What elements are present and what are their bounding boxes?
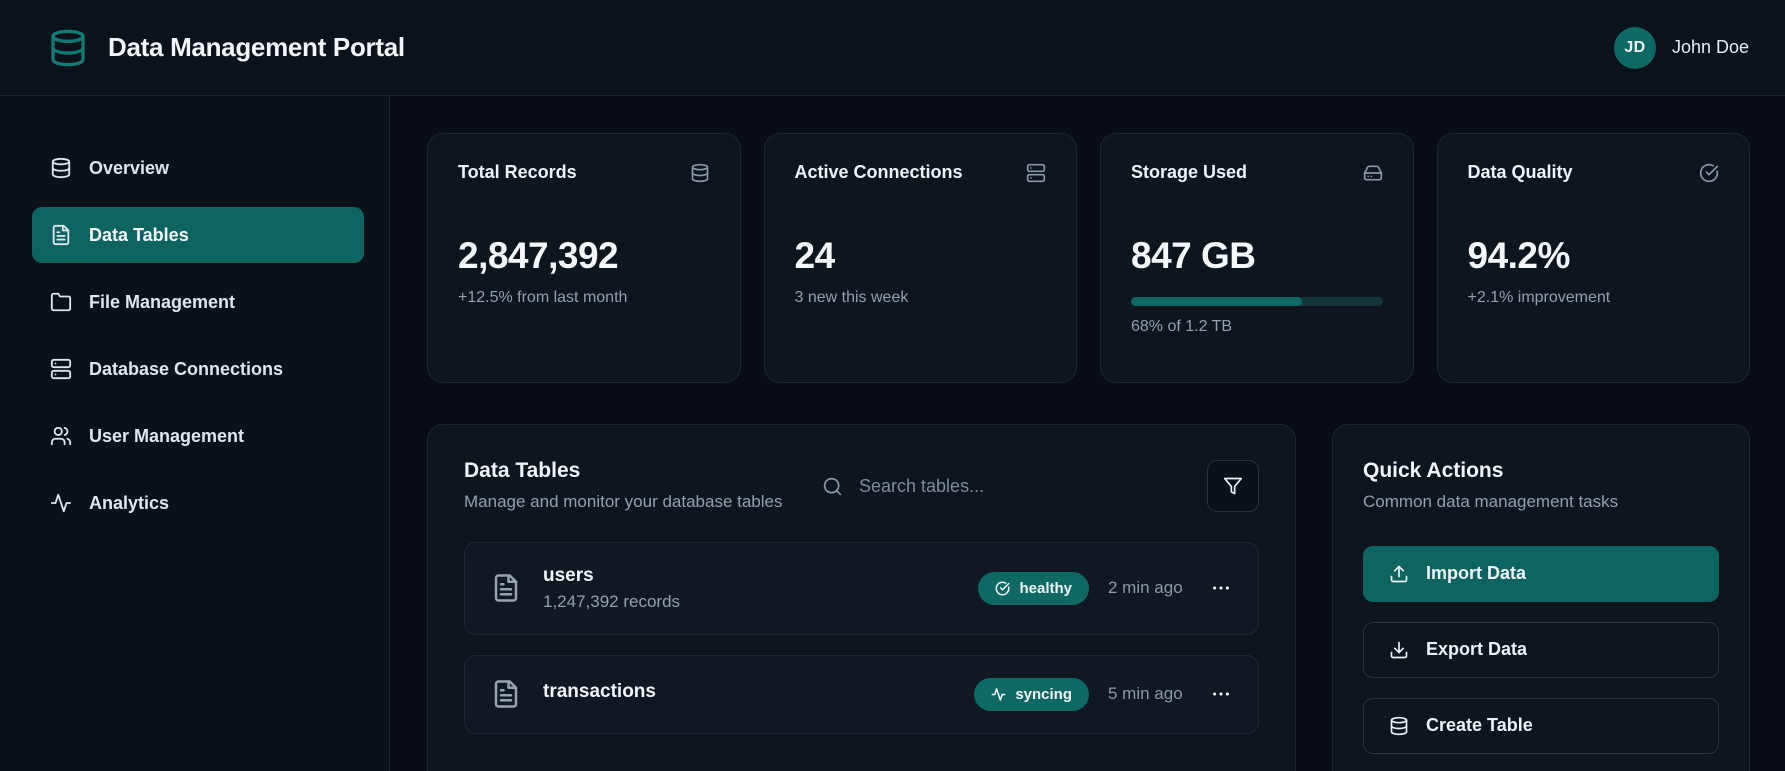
sidebar-item-label: File Management [89, 291, 236, 312]
search-input[interactable] [859, 475, 1207, 497]
database-logo-icon [48, 28, 88, 68]
file-text-icon [50, 224, 72, 246]
table-row-transactions[interactable]: transactions syncing 5 min ago [464, 654, 1259, 734]
sidebar-item-analytics[interactable]: Analytics [32, 475, 364, 531]
file-text-icon [491, 573, 521, 603]
stats-row: Total Records 2,847,392 +12.5% from last… [427, 133, 1750, 383]
stat-label: Total Records [458, 162, 577, 182]
stat-sub: +2.1% improvement [1467, 289, 1611, 306]
database-icon [50, 157, 72, 179]
action-label: Create Table [1426, 715, 1533, 736]
sidebar: Overview Data Tables File Management Dat… [0, 96, 390, 771]
sidebar-item-overview[interactable]: Overview [32, 140, 364, 196]
hard-drive-icon [1363, 163, 1383, 183]
sidebar-item-user-management[interactable]: User Management [32, 408, 364, 464]
stat-card-total-records: Total Records 2,847,392 +12.5% from last… [427, 133, 741, 383]
folder-icon [50, 291, 72, 313]
user-menu[interactable]: JD John Doe [1613, 26, 1749, 69]
check-circle-icon [995, 581, 1010, 596]
sidebar-item-data-tables[interactable]: Data Tables [32, 207, 364, 263]
status-badge: syncing [974, 677, 1089, 711]
data-tables-panel: Data Tables Manage and monitor your data… [427, 424, 1296, 771]
stat-card-active-connections: Active Connections 24 3 new this week [763, 133, 1077, 383]
sidebar-item-label: Data Tables [89, 224, 189, 245]
panels-row: Data Tables Manage and monitor your data… [427, 424, 1750, 771]
more-horizontal-icon [1210, 683, 1232, 705]
updated-time: 2 min ago [1108, 578, 1183, 598]
storage-progress-bar [1131, 297, 1383, 306]
server-icon [50, 358, 72, 380]
file-text-icon [491, 679, 521, 709]
upload-icon [1389, 564, 1409, 584]
main-content: Total Records 2,847,392 +12.5% from last… [390, 96, 1785, 771]
stat-label: Active Connections [794, 162, 963, 182]
quick-actions-list: Import Data Export Data Create Table [1363, 545, 1719, 754]
stat-label: Storage Used [1131, 162, 1248, 182]
app-header: Data Management Portal JD John Doe [0, 0, 1785, 96]
action-label: Export Data [1426, 639, 1528, 660]
stat-sub: 3 new this week [794, 289, 909, 306]
stat-sub: 68% of 1.2 TB [1131, 318, 1233, 335]
table-row-users[interactable]: users 1,247,392 records healthy 2 min ag… [464, 541, 1259, 635]
check-circle-icon [1699, 163, 1719, 183]
panel-title: Quick Actions [1363, 459, 1504, 482]
search-box [822, 475, 1207, 497]
panel-title: Data Tables [464, 459, 581, 482]
search-icon [822, 476, 843, 497]
database-icon [690, 163, 710, 183]
filter-icon [1223, 476, 1243, 496]
sidebar-item-file-management[interactable]: File Management [32, 274, 364, 330]
table-name: users [543, 564, 594, 586]
download-icon [1389, 640, 1409, 660]
storage-progress-fill [1131, 297, 1303, 306]
panel-subtitle: Manage and monitor your database tables [464, 492, 783, 511]
stat-value: 94.2% [1467, 235, 1571, 276]
export-data-button[interactable]: Export Data [1363, 621, 1719, 678]
users-icon [50, 425, 72, 447]
sidebar-item-database-connections[interactable]: Database Connections [32, 341, 364, 397]
action-label: Import Data [1426, 563, 1527, 584]
stat-value: 847 GB [1131, 235, 1256, 276]
sidebar-item-label: Database Connections [89, 358, 284, 379]
status-label: syncing [1015, 685, 1072, 703]
status-label: healthy [1019, 579, 1072, 597]
status-badge: healthy [978, 571, 1089, 605]
brand: Data Management Portal [48, 28, 405, 68]
quick-actions-panel: Quick Actions Common data management tas… [1332, 424, 1750, 771]
app-title: Data Management Portal [108, 32, 405, 62]
stat-card-data-quality: Data Quality 94.2% +2.1% improvement [1436, 133, 1750, 383]
database-icon [1389, 716, 1409, 736]
avatar: JD [1613, 26, 1656, 69]
panel-subtitle: Common data management tasks [1363, 492, 1619, 511]
sidebar-item-label: User Management [89, 425, 245, 446]
app-root: Data Management Portal JD John Doe Overv… [0, 0, 1785, 771]
table-name: transactions [543, 680, 656, 702]
stat-value: 2,847,392 [458, 235, 619, 276]
activity-icon [50, 492, 72, 514]
stat-value: 24 [794, 235, 836, 276]
import-data-button[interactable]: Import Data [1363, 545, 1719, 602]
stat-label: Data Quality [1467, 162, 1573, 182]
more-options-button[interactable] [1210, 577, 1232, 599]
sidebar-item-label: Analytics [89, 492, 170, 513]
more-horizontal-icon [1210, 577, 1232, 599]
stat-card-storage-used: Storage Used 847 GB 68% of 1.2 TB [1100, 133, 1414, 383]
user-name: John Doe [1671, 37, 1749, 57]
sidebar-item-label: Overview [89, 157, 170, 178]
data-tables-header: Data Tables Manage and monitor your data… [464, 459, 1259, 514]
create-table-button[interactable]: Create Table [1363, 697, 1719, 754]
table-records: 1,247,392 records [543, 591, 681, 611]
stat-sub: +12.5% from last month [458, 289, 628, 306]
more-options-button[interactable] [1210, 683, 1232, 705]
activity-icon [991, 687, 1006, 702]
filter-button[interactable] [1207, 460, 1259, 513]
server-icon [1026, 163, 1046, 183]
updated-time: 5 min ago [1108, 684, 1183, 704]
table-rows-list: users 1,247,392 records healthy 2 min ag… [464, 541, 1259, 734]
